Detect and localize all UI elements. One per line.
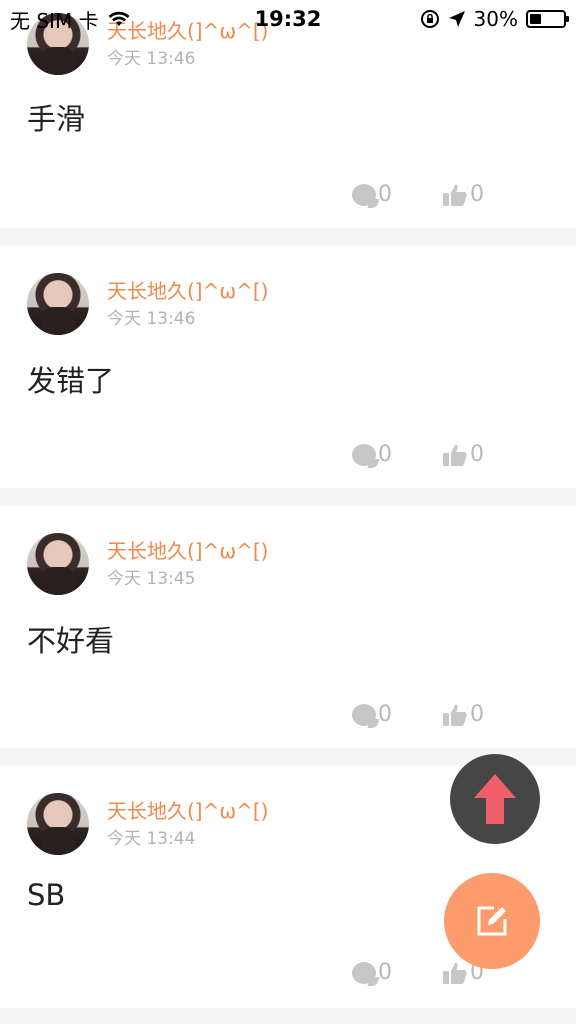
comment-count: 0 xyxy=(378,960,392,985)
status-right: 30% xyxy=(420,7,569,31)
post-card[interactable]: 天长地久(]^ω^[) 今天 13:45 不好看 0 0 xyxy=(0,506,576,748)
post-content: 不好看 xyxy=(27,624,115,658)
comment-icon xyxy=(352,703,376,726)
like-button[interactable]: 0 xyxy=(442,442,484,467)
post-actions: 0 0 xyxy=(352,702,484,727)
avatar[interactable] xyxy=(27,793,89,855)
battery-level xyxy=(530,14,541,24)
comment-icon xyxy=(352,443,376,466)
post-card[interactable]: 天长地久(]^ω^[) 今天 13:46 发错了 0 0 xyxy=(0,246,576,488)
like-button[interactable]: 0 xyxy=(442,182,484,207)
rotation-lock-icon xyxy=(420,10,439,28)
post-time: 今天 13:46 xyxy=(107,309,196,329)
comment-icon xyxy=(352,183,376,206)
comment-button[interactable]: 0 xyxy=(352,960,392,985)
post-actions: 0 0 xyxy=(352,960,484,985)
comment-button[interactable]: 0 xyxy=(352,442,392,467)
post-time: 今天 13:45 xyxy=(107,569,196,589)
battery-percent: 30% xyxy=(473,7,518,31)
like-count: 0 xyxy=(470,442,484,467)
thumbs-up-icon xyxy=(443,704,467,726)
post-header: 天长地久(]^ω^[) 今天 13:45 xyxy=(27,533,268,595)
post-meta: 天长地久(]^ω^[) 今天 13:44 xyxy=(107,797,268,851)
post-header: 天长地久(]^ω^[) 今天 13:44 xyxy=(27,793,268,855)
post-time: 今天 13:44 xyxy=(107,829,196,849)
scroll-to-top-button[interactable] xyxy=(450,754,540,844)
thumbs-up-icon xyxy=(443,962,467,984)
like-button[interactable]: 0 xyxy=(442,702,484,727)
post-meta: 天长地久(]^ω^[) 今天 13:46 xyxy=(107,277,268,331)
edit-icon xyxy=(477,906,507,936)
avatar[interactable] xyxy=(27,533,89,595)
like-count: 0 xyxy=(470,182,484,207)
post-content: SB xyxy=(27,878,66,912)
post-meta: 天长地久(]^ω^[) 今天 13:45 xyxy=(107,537,268,591)
thumbs-up-icon xyxy=(443,184,467,206)
post-actions: 0 0 xyxy=(352,182,484,207)
wifi-icon xyxy=(108,11,130,26)
username[interactable]: 天长地久(]^ω^[) xyxy=(107,277,268,305)
thumbs-up-icon xyxy=(443,444,467,466)
location-arrow-icon xyxy=(448,11,465,27)
like-count: 0 xyxy=(470,702,484,727)
post-time: 今天 13:46 xyxy=(107,49,196,69)
post-content: 手滑 xyxy=(27,102,86,136)
post-header: 天长地久(]^ω^[) 今天 13:46 xyxy=(27,273,268,335)
arrow-up-icon xyxy=(474,774,516,824)
comment-button[interactable]: 0 xyxy=(352,702,392,727)
avatar[interactable] xyxy=(27,273,89,335)
compose-post-button[interactable] xyxy=(444,873,540,969)
status-bar: 无 SIM 卡 19:32 30% xyxy=(0,0,576,38)
comment-count: 0 xyxy=(378,182,392,207)
comment-count: 0 xyxy=(378,442,392,467)
comment-icon xyxy=(352,961,376,984)
username[interactable]: 天长地久(]^ω^[) xyxy=(107,797,268,825)
battery-icon xyxy=(526,10,569,28)
status-left: 无 SIM 卡 xyxy=(10,5,131,34)
comment-count: 0 xyxy=(378,702,392,727)
post-content: 发错了 xyxy=(27,364,115,398)
carrier-label: 无 SIM 卡 xyxy=(10,8,99,33)
comment-button[interactable]: 0 xyxy=(352,182,392,207)
username[interactable]: 天长地久(]^ω^[) xyxy=(107,537,268,565)
post-actions: 0 0 xyxy=(352,442,484,467)
